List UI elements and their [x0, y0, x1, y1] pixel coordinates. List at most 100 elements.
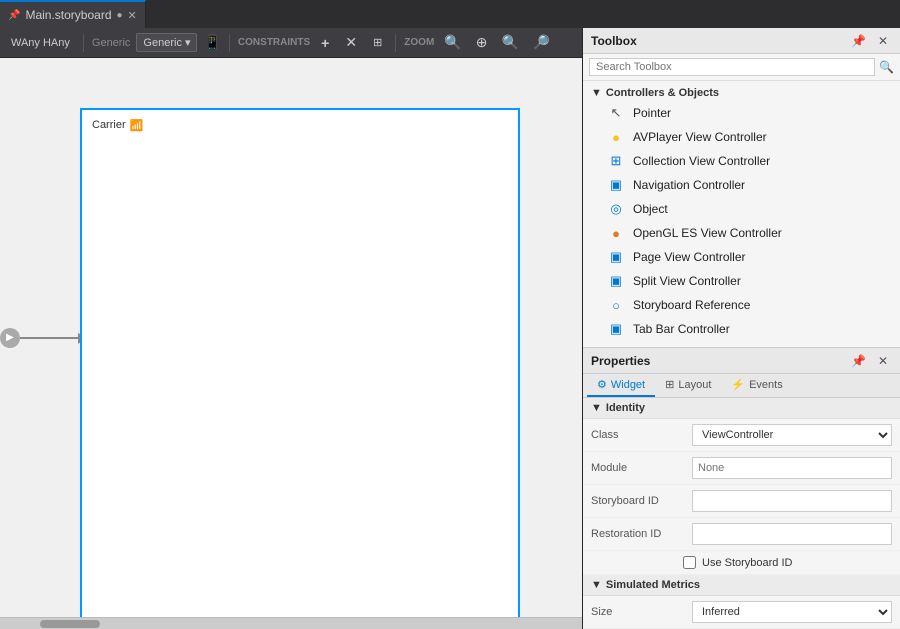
- zoom-fit-button[interactable]: ⊕: [472, 33, 492, 52]
- metrics-chevron: ▼: [591, 579, 602, 591]
- toolbar-separator-3: [395, 34, 396, 52]
- size-value: Inferred: [692, 601, 892, 623]
- toolbox-item-navigation[interactable]: ▣ Navigation Controller: [583, 173, 900, 197]
- module-input[interactable]: [692, 457, 892, 479]
- main-layout: WAny HAny Generic Generic ▾ 📱 CONSTRAINT…: [0, 28, 900, 629]
- metrics-title: Simulated Metrics: [606, 579, 700, 591]
- avplayer-label: AVPlayer View Controller: [633, 130, 767, 144]
- any-size-button[interactable]: WAny HAny: [6, 35, 75, 51]
- size-select[interactable]: Inferred: [692, 601, 892, 623]
- class-label: Class: [591, 429, 686, 441]
- tab-widget[interactable]: ⚙ Widget: [587, 374, 655, 397]
- view-as-label: Generic: [92, 37, 131, 49]
- toolbox-panel: Toolbox 📌 ✕ 🔍 ▼ Controllers & Objects ↖ …: [583, 28, 900, 348]
- tableview-icon: ▤: [607, 344, 625, 347]
- object-icon: ◎: [607, 200, 625, 218]
- restoration-id-value: [692, 523, 892, 545]
- tab-label: Main.storyboard: [25, 8, 111, 22]
- layout-icon: ⊞: [665, 378, 674, 391]
- identity-section-header: ▼ Identity: [583, 398, 900, 419]
- identity-chevron: ▼: [591, 402, 602, 414]
- toolbox-item-splitview[interactable]: ▣ Split View Controller: [583, 269, 900, 293]
- canvas-area[interactable]: ▶ ▶ Carrier 📶 ⚠ ℹ: [0, 58, 582, 617]
- opengl-label: OpenGL ES View Controller: [633, 226, 782, 240]
- zoom-label: ZOOM: [404, 37, 434, 48]
- zoom-in-button[interactable]: 🔍: [497, 33, 522, 52]
- constraints-label: CONSTRAINTS: [238, 37, 310, 48]
- tab-modified-icon: ●: [117, 10, 123, 21]
- collection-label: Collection View Controller: [633, 154, 770, 168]
- arrow-start-circle: ▶: [0, 328, 20, 348]
- toolbox-search-box: 🔍: [583, 54, 900, 81]
- storyboard-ref-icon: ○: [607, 296, 625, 314]
- tab-events[interactable]: ⚡ Events: [721, 374, 792, 397]
- toolbar-separator-1: [83, 34, 84, 52]
- simulated-metrics-section-header: ▼ Simulated Metrics: [583, 575, 900, 596]
- events-label: Events: [749, 379, 783, 391]
- toolbox-search-input[interactable]: [589, 58, 875, 76]
- zoom-extra-button[interactable]: 🔎: [529, 33, 554, 52]
- toolbox-item-storyboard-ref[interactable]: ○ Storyboard Reference: [583, 293, 900, 317]
- zoom-out-button[interactable]: 🔍: [440, 33, 465, 52]
- toolbox-close-button[interactable]: ✕: [874, 32, 892, 50]
- properties-panel: Properties 📌 ✕ ⚙ Widget ⊞ Layout ⚡ Event…: [583, 348, 900, 629]
- toolbox-item-pageview[interactable]: ▣ Page View Controller: [583, 245, 900, 269]
- toolbox-item-object[interactable]: ◎ Object: [583, 197, 900, 221]
- tabbar-label: Tab Bar Controller: [633, 322, 730, 336]
- remove-constraint-button[interactable]: ✕: [340, 32, 362, 53]
- horizontal-scrollbar[interactable]: [0, 617, 582, 629]
- toolbox-item-avplayer[interactable]: ● AVPlayer View Controller: [583, 125, 900, 149]
- toolbar-separator-2: [229, 34, 230, 52]
- widget-icon: ⚙: [597, 378, 607, 391]
- splitview-label: Split View Controller: [633, 274, 741, 288]
- use-storyboard-id-checkbox[interactable]: [683, 556, 696, 569]
- properties-pin-button[interactable]: 📌: [847, 352, 870, 370]
- object-label: Object: [633, 202, 668, 216]
- view-as-value: Generic: [143, 37, 182, 49]
- wifi-icon: 📶: [130, 119, 144, 132]
- collection-icon: ⊞: [607, 152, 625, 170]
- tabbar-icon: ▣: [607, 320, 625, 338]
- navigation-icon: ▣: [607, 176, 625, 194]
- restoration-id-label: Restoration ID: [591, 528, 686, 540]
- toolbox-item-tabbar[interactable]: ▣ Tab Bar Controller: [583, 317, 900, 341]
- toolbox-item-tableview[interactable]: ▤ Table View Controller: [583, 341, 900, 347]
- toolbox-item-collection[interactable]: ⊞ Collection View Controller: [583, 149, 900, 173]
- search-icon: 🔍: [879, 60, 894, 74]
- storyboard-id-input[interactable]: [692, 490, 892, 512]
- properties-close-button[interactable]: ✕: [874, 352, 892, 370]
- storyboard-id-label: Storyboard ID: [591, 495, 686, 507]
- class-select[interactable]: ViewController: [692, 424, 892, 446]
- iphone-frame: Carrier 📶 ⚠ ℹ: [80, 108, 520, 617]
- size-label: Size: [591, 606, 686, 618]
- pageview-label: Page View Controller: [633, 250, 746, 264]
- tab-main-storyboard[interactable]: 📌 Main.storyboard ● ✕: [0, 0, 146, 28]
- toolbox-section-header: ▼ Controllers & Objects: [583, 85, 900, 101]
- module-row: Module: [583, 452, 900, 485]
- view-as-dropdown[interactable]: Generic ▾: [136, 33, 197, 52]
- properties-title: Properties: [591, 354, 843, 368]
- toolbox-pin-button[interactable]: 📌: [847, 32, 870, 50]
- carrier-text: Carrier: [92, 119, 126, 131]
- storyboard-id-row: Storyboard ID: [583, 485, 900, 518]
- toolbox-header: Toolbox 📌 ✕: [583, 28, 900, 54]
- add-constraint-button[interactable]: +: [316, 33, 334, 53]
- device-icon: 📱: [203, 34, 220, 51]
- class-value: ViewController: [692, 424, 892, 446]
- avplayer-icon: ●: [607, 128, 625, 146]
- toolbox-item-opengl[interactable]: ● OpenGL ES View Controller: [583, 221, 900, 245]
- tab-pin-icon: 📌: [8, 10, 20, 21]
- toolbox-items-container: ↖ Pointer ● AVPlayer View Controller ⊞ C…: [583, 101, 900, 347]
- scrollbar-thumb[interactable]: [40, 620, 100, 628]
- restoration-id-input[interactable]: [692, 523, 892, 545]
- properties-body: ▼ Identity Class ViewController Module: [583, 398, 900, 629]
- navigation-label: Navigation Controller: [633, 178, 745, 192]
- properties-header: Properties 📌 ✕: [583, 348, 900, 374]
- arrow-stem: [20, 337, 80, 339]
- tab-bar: 📌 Main.storyboard ● ✕: [0, 0, 900, 28]
- toolbox-item-pointer[interactable]: ↖ Pointer: [583, 101, 900, 125]
- toolbox-title: Toolbox: [591, 34, 843, 48]
- tab-close-button[interactable]: ✕: [128, 9, 137, 22]
- tab-layout[interactable]: ⊞ Layout: [655, 374, 721, 397]
- align-button[interactable]: ⊞: [368, 34, 387, 51]
